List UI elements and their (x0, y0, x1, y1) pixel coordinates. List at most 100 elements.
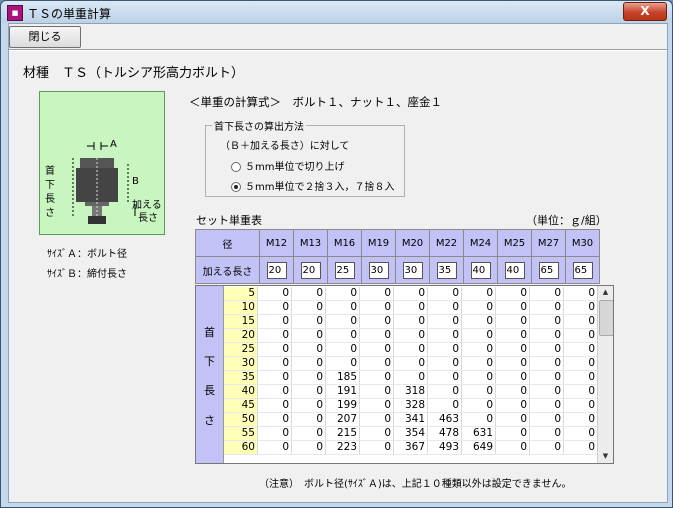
table-row[interactable]: 15 0 0 0 0 0 0 0 0 0 0 (224, 315, 598, 329)
table-row[interactable]: 50000000000 (224, 287, 598, 301)
weight-cell[interactable]: 0 (258, 343, 292, 356)
table-row[interactable]: 45 0 0 199 0 328 0 0 0 0 0 (224, 399, 598, 413)
weight-cell[interactable]: 0 (496, 343, 530, 356)
weight-cell[interactable]: 0 (258, 427, 292, 440)
weight-cell[interactable]: 0 (530, 357, 564, 370)
weight-cell[interactable]: 0 (564, 371, 598, 384)
weight-cell[interactable]: 367 (394, 441, 428, 454)
weight-cell[interactable]: 0 (326, 357, 360, 370)
weight-cell[interactable]: 0 (394, 371, 428, 384)
table-row[interactable]: 35 0 0 185 0 0 0 0 0 0 0 (224, 371, 598, 385)
weight-cell[interactable]: 0 (496, 371, 530, 384)
add-length-input[interactable]: 30 (368, 261, 389, 279)
weight-cell[interactable]: 0 (428, 371, 462, 384)
add-length-input[interactable]: 35 (436, 261, 457, 279)
weight-cell[interactable]: 631 (462, 427, 496, 440)
weight-cell[interactable]: 0 (360, 441, 394, 454)
weight-cell[interactable]: 0 (530, 329, 564, 342)
weight-cell[interactable]: 0 (530, 343, 564, 356)
weight-cell[interactable]: 0 (360, 399, 394, 412)
weight-cell[interactable]: 0 (564, 357, 598, 370)
weight-cell[interactable]: 341 (394, 413, 428, 426)
scroll-up-icon[interactable]: ▲ (598, 286, 613, 299)
radio-button-selected-icon[interactable] (231, 182, 241, 192)
weight-cell[interactable]: 0 (326, 287, 360, 300)
weight-cell[interactable]: 0 (360, 329, 394, 342)
radio-round-up[interactable]: ５mm単位で切り上げ (231, 158, 344, 173)
weight-cell[interactable]: 0 (496, 287, 530, 300)
add-length-input[interactable]: 20 (300, 261, 321, 279)
weight-cell[interactable]: 0 (292, 343, 326, 356)
weight-cell[interactable]: 0 (394, 301, 428, 314)
weight-cell[interactable]: 0 (496, 399, 530, 412)
weight-cell[interactable]: 0 (462, 343, 496, 356)
table-row[interactable]: 40 0 0 191 0 318 0 0 0 0 0 (224, 385, 598, 399)
weight-cell[interactable]: 0 (292, 441, 326, 454)
weight-cell[interactable]: 0 (462, 315, 496, 328)
table-row[interactable]: 20 0 0 0 0 0 0 0 0 0 0 (224, 329, 598, 343)
weight-cell[interactable]: 0 (462, 385, 496, 398)
weight-cell[interactable]: 0 (258, 315, 292, 328)
weight-cell[interactable]: 0 (496, 329, 530, 342)
weight-cell[interactable]: 0 (326, 315, 360, 328)
weight-cell[interactable]: 0 (462, 329, 496, 342)
weight-cell[interactable]: 0 (564, 343, 598, 356)
weight-cell[interactable]: 0 (258, 385, 292, 398)
weight-cell[interactable]: 0 (326, 301, 360, 314)
weight-cell[interactable]: 0 (258, 413, 292, 426)
weight-cell[interactable]: 223 (326, 441, 360, 454)
weight-cell[interactable]: 0 (462, 413, 496, 426)
weight-cell[interactable]: 0 (530, 371, 564, 384)
weight-cell[interactable]: 0 (428, 315, 462, 328)
weight-cell[interactable]: 0 (564, 287, 598, 300)
weight-cell[interactable]: 0 (292, 427, 326, 440)
weight-cell[interactable]: 0 (292, 329, 326, 342)
weight-cell[interactable]: 0 (394, 287, 428, 300)
table-row[interactable]: 55 0 0 215 0 354 478 631 0 0 0 (224, 427, 598, 441)
weight-cell[interactable]: 0 (360, 315, 394, 328)
weight-cell[interactable]: 0 (360, 427, 394, 440)
weight-cell[interactable]: 0 (530, 301, 564, 314)
weight-cell[interactable]: 0 (360, 371, 394, 384)
weight-cell[interactable]: 0 (564, 315, 598, 328)
weight-cell[interactable]: 0 (428, 287, 462, 300)
weight-cell[interactable]: 199 (326, 399, 360, 412)
weight-cell[interactable]: 0 (428, 399, 462, 412)
weight-cell[interactable]: 0 (496, 413, 530, 426)
weight-cell[interactable]: 0 (428, 343, 462, 356)
weight-cell[interactable]: 0 (530, 385, 564, 398)
weight-cell[interactable]: 0 (496, 385, 530, 398)
weight-cell[interactable]: 0 (564, 441, 598, 454)
scroll-down-icon[interactable]: ▼ (598, 450, 613, 463)
weight-cell[interactable]: 0 (258, 301, 292, 314)
window-close-button[interactable]: X (623, 2, 667, 21)
weight-cell[interactable]: 0 (462, 301, 496, 314)
weight-cell[interactable]: 0 (564, 385, 598, 398)
scroll-thumb[interactable] (599, 300, 613, 336)
weight-cell[interactable]: 0 (258, 357, 292, 370)
weight-cell[interactable]: 0 (292, 357, 326, 370)
weight-cell[interactable]: 0 (292, 287, 326, 300)
title-bar[interactable]: ■ ＴＳの単重計算 X (1, 1, 672, 23)
weight-cell[interactable]: 215 (326, 427, 360, 440)
table-row[interactable]: 10 0 0 0 0 0 0 0 0 0 0 (224, 301, 598, 315)
weight-cell[interactable]: 0 (428, 385, 462, 398)
add-length-input[interactable]: 40 (504, 261, 525, 279)
weight-cell[interactable]: 478 (428, 427, 462, 440)
weight-cell[interactable]: 0 (496, 441, 530, 454)
weight-cell[interactable]: 0 (462, 399, 496, 412)
add-length-input[interactable]: 65 (572, 261, 593, 279)
weight-cell[interactable]: 0 (428, 329, 462, 342)
add-length-input[interactable]: 65 (538, 261, 559, 279)
weight-cell[interactable]: 318 (394, 385, 428, 398)
weight-cell[interactable]: 0 (394, 315, 428, 328)
table-row[interactable]: 25 0 0 0 0 0 0 0 0 0 0 (224, 343, 598, 357)
weight-cell[interactable]: 0 (530, 441, 564, 454)
weight-cell[interactable]: 0 (496, 357, 530, 370)
weight-cell[interactable]: 0 (292, 385, 326, 398)
weight-cell[interactable]: 0 (564, 329, 598, 342)
radio-button-icon[interactable] (231, 162, 241, 172)
weight-cell[interactable]: 0 (360, 385, 394, 398)
add-length-input[interactable]: 30 (402, 261, 423, 279)
add-length-input[interactable]: 25 (334, 261, 355, 279)
